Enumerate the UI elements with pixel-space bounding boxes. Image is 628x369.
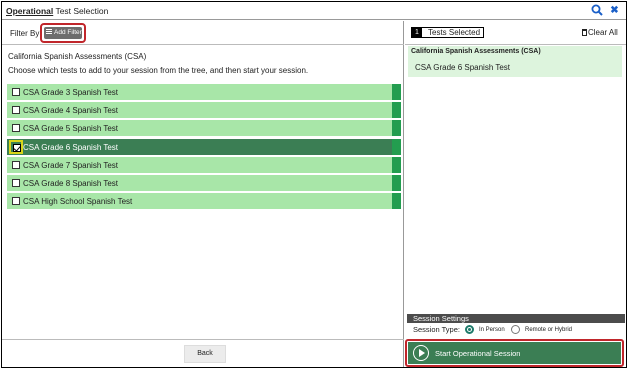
instructions-text: Choose which tests to add to your sessio… bbox=[8, 66, 309, 75]
test-label: CSA Grade 5 Spanish Test bbox=[23, 124, 119, 134]
radio-in-person[interactable] bbox=[465, 325, 474, 334]
selected-count-label: Tests Selected bbox=[428, 28, 481, 37]
add-filter-highlight: Add Filter bbox=[40, 23, 86, 43]
operational-test-selection-dialog: Operational Test Selection ✖ Filter By: … bbox=[1, 1, 627, 368]
add-filter-button[interactable]: Add Filter bbox=[44, 27, 82, 39]
test-group-title: California Spanish Assessments (CSA) bbox=[8, 52, 147, 61]
row-expand-tab[interactable] bbox=[392, 84, 401, 100]
test-checkbox[interactable] bbox=[12, 124, 20, 133]
trash-icon bbox=[582, 29, 587, 36]
start-session-highlight: Start Operational Session bbox=[405, 339, 624, 367]
start-session-label: Start Operational Session bbox=[435, 349, 521, 358]
row-expand-tab[interactable] bbox=[392, 120, 401, 137]
test-row[interactable]: CSA Grade 3 Spanish Test bbox=[7, 84, 401, 100]
test-row[interactable]: CSA Grade 4 Spanish Test bbox=[7, 102, 401, 119]
test-checkbox[interactable] bbox=[12, 88, 20, 96]
left-footer: Back bbox=[2, 339, 404, 367]
filter-lines-icon bbox=[46, 29, 52, 34]
selected-test-item[interactable]: CSA Grade 6 Spanish Test bbox=[415, 63, 510, 72]
selected-count: 1 bbox=[412, 28, 422, 37]
row-expand-tab[interactable] bbox=[392, 138, 401, 155]
selected-group-title: California Spanish Assessments (CSA) bbox=[411, 48, 541, 55]
row-expand-tab[interactable] bbox=[392, 193, 401, 210]
test-checkbox[interactable] bbox=[12, 178, 20, 187]
row-expand-tab[interactable] bbox=[392, 156, 401, 173]
radio-remote-hybrid-label: Remote or Hybrid bbox=[525, 327, 573, 333]
row-expand-tab[interactable] bbox=[392, 174, 401, 191]
back-button[interactable]: Back bbox=[184, 345, 226, 363]
tests-selected-badge: 1 Tests Selected bbox=[411, 27, 485, 38]
radio-in-person-label: In Person bbox=[479, 327, 505, 333]
play-icon bbox=[413, 345, 429, 361]
radio-remote-hybrid[interactable] bbox=[511, 325, 520, 334]
search-icon[interactable] bbox=[591, 4, 603, 16]
selection-pane: 1 Tests Selected Clear All California Sp… bbox=[405, 21, 626, 367]
test-checkbox[interactable] bbox=[12, 106, 20, 115]
title-bar: Operational Test Selection ✖ bbox=[2, 2, 626, 20]
test-label: CSA Grade 4 Spanish Test bbox=[23, 106, 119, 116]
test-label: CSA Grade 6 Spanish Test bbox=[23, 142, 119, 152]
test-label: CSA Grade 7 Spanish Test bbox=[23, 160, 119, 170]
close-icon[interactable]: ✖ bbox=[609, 5, 620, 16]
start-operational-session-button[interactable]: Start Operational Session bbox=[408, 342, 621, 364]
test-row[interactable]: CSA Grade 7 Spanish Test bbox=[7, 156, 401, 173]
test-label: CSA Grade 8 Spanish Test bbox=[23, 178, 119, 188]
test-checkbox-checked[interactable] bbox=[13, 143, 21, 152]
test-row[interactable]: CSA Grade 5 Spanish Test bbox=[7, 120, 401, 137]
session-settings-header: Session Settings bbox=[407, 314, 625, 323]
test-tree-pane: Filter By: Add Filter California Spanish… bbox=[2, 21, 404, 367]
filter-bar: Filter By: Add Filter bbox=[2, 21, 404, 45]
test-row-selected[interactable]: CSA Grade 6 Spanish Test bbox=[7, 138, 401, 155]
row-expand-tab[interactable] bbox=[392, 102, 401, 119]
test-list: CSA Grade 3 Spanish Test CSA Grade 4 Spa… bbox=[7, 84, 401, 211]
test-checkbox[interactable] bbox=[12, 160, 20, 169]
clear-all-button[interactable]: Clear All bbox=[582, 28, 618, 37]
checkbox-focus-ring bbox=[9, 139, 23, 154]
selected-tests-panel: California Spanish Assessments (CSA) CSA… bbox=[408, 46, 622, 77]
dialog-title: Operational Test Selection bbox=[6, 6, 109, 16]
test-checkbox[interactable] bbox=[12, 197, 20, 206]
selection-header: 1 Tests Selected Clear All bbox=[405, 21, 626, 45]
test-label: CSA High School Spanish Test bbox=[23, 197, 133, 207]
session-type-label: Session Type: bbox=[413, 325, 460, 334]
filter-by-label: Filter By: bbox=[10, 29, 42, 38]
test-row[interactable]: CSA High School Spanish Test bbox=[7, 193, 401, 210]
test-label: CSA Grade 3 Spanish Test bbox=[23, 88, 119, 97]
test-row[interactable]: CSA Grade 8 Spanish Test bbox=[7, 174, 401, 191]
